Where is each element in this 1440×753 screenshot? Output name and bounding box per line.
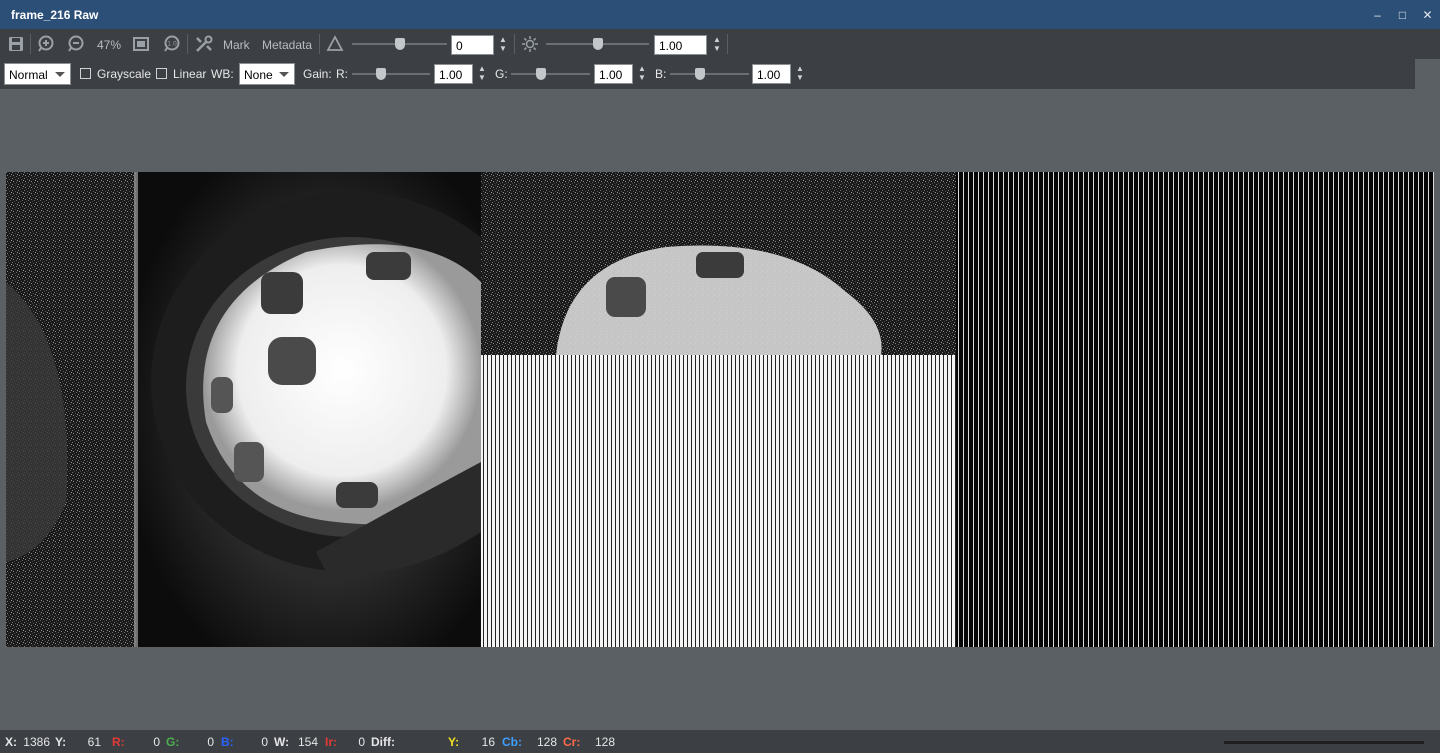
zoom-level: 47% <box>97 38 122 52</box>
brightness-input[interactable]: 1.00 <box>654 35 707 55</box>
gain-g-slider[interactable] <box>511 68 590 80</box>
zoom-in-icon[interactable] <box>36 34 56 54</box>
white-balance-select[interactable]: None <box>239 63 295 85</box>
toolbar-divider <box>727 34 728 54</box>
status-ir-value: 0 <box>358 735 365 749</box>
gain-g-spinner[interactable]: ▲ ▼ <box>637 64 647 84</box>
status-r-label: R: <box>112 735 125 749</box>
actual-size-icon[interactable]: 1.0 <box>162 34 182 54</box>
status-y-value: 61 <box>87 735 101 749</box>
toolbar-divider <box>187 34 188 54</box>
fit-icon[interactable] <box>131 34 151 54</box>
status-w-value: 154 <box>297 735 318 749</box>
save-icon[interactable] <box>6 34 26 54</box>
gain-b-label: B: <box>655 67 667 81</box>
minimize-button[interactable]: – <box>1365 0 1390 29</box>
close-button[interactable]: ✕ <box>1415 0 1440 29</box>
status-cb-label: Cb: <box>502 735 522 749</box>
contrast-icon <box>325 34 345 54</box>
status-cr-value: 128 <box>594 735 615 749</box>
status-x-value: 1386 <box>23 735 50 749</box>
status-luma-value: 16 <box>481 735 495 749</box>
linear-checkbox[interactable] <box>156 68 167 79</box>
grayscale-checkbox[interactable] <box>80 68 91 79</box>
gain-r-slider-thumb[interactable] <box>376 68 386 80</box>
maximize-button[interactable]: □ <box>1390 0 1415 29</box>
display-mode-value: Normal <box>9 68 48 82</box>
raw-frame-image[interactable] <box>6 172 1434 647</box>
gain-b-slider-thumb[interactable] <box>695 68 705 80</box>
gain-g-slider-thumb[interactable] <box>536 68 546 80</box>
gain-g-label: G: <box>495 67 508 81</box>
progress-bar <box>1224 741 1424 744</box>
metadata-button[interactable]: Metadata <box>262 38 312 52</box>
status-g-label: G: <box>166 735 180 749</box>
mark-button[interactable]: Mark <box>223 38 250 52</box>
brightness-slider[interactable] <box>546 38 649 50</box>
title-bar: frame_216 Raw – □ ✕ <box>0 0 1440 29</box>
gain-r-spinner[interactable]: ▲ ▼ <box>477 64 487 84</box>
toolbar-divider <box>30 34 31 54</box>
status-bar: X: 1386 Y: 61 R: 0 G: 0 B: 0 W: 154 Ir: … <box>0 730 1440 753</box>
brightness-spinner[interactable]: ▲ ▼ <box>712 35 722 55</box>
toolbar-divider <box>319 34 320 54</box>
status-b-label: B: <box>221 735 234 749</box>
display-mode-select[interactable]: Normal <box>4 63 71 85</box>
status-x-label: X: <box>5 735 17 749</box>
status-luma-label: Y: <box>448 735 460 749</box>
status-g-value: 0 <box>207 735 214 749</box>
gain-label: Gain: <box>303 67 332 81</box>
gain-g-input[interactable]: 1.00 <box>594 64 633 84</box>
contrast-spinner[interactable]: ▲ ▼ <box>498 35 508 55</box>
gain-b-slider[interactable] <box>670 68 749 80</box>
status-diff-label: Diff: <box>371 735 395 749</box>
wb-label: WB: <box>211 67 234 81</box>
status-ir-label: Ir: <box>325 735 337 749</box>
brightness-icon <box>520 34 540 54</box>
contrast-slider-thumb[interactable] <box>394 38 405 50</box>
window-title: frame_216 Raw <box>11 7 99 22</box>
toolbar-divider <box>514 34 515 54</box>
status-r-value: 0 <box>153 735 160 749</box>
toolbar-main: 47% 1.0 Mark Metadata 0 ▲ ▼ 1.00 ▲ ▼ <box>0 29 1440 59</box>
chevron-down-icon <box>279 72 289 77</box>
status-cr-label: Cr: <box>563 735 581 749</box>
contrast-input[interactable]: 0 <box>451 35 494 55</box>
raw-frame-canvas <box>6 172 1434 647</box>
white-balance-value: None <box>244 68 273 82</box>
gain-b-input[interactable]: 1.00 <box>752 64 791 84</box>
gain-b-spinner[interactable]: ▲ ▼ <box>795 64 805 84</box>
gain-r-slider[interactable] <box>352 68 430 80</box>
status-w-label: W: <box>274 735 290 749</box>
gain-r-input[interactable]: 1.00 <box>434 64 473 84</box>
status-b-value: 0 <box>261 735 268 749</box>
grayscale-label: Grayscale <box>97 67 152 81</box>
zoom-out-icon[interactable] <box>66 34 86 54</box>
brightness-slider-thumb[interactable] <box>592 38 603 50</box>
tools-icon[interactable] <box>194 34 214 54</box>
gain-r-label: R: <box>336 67 348 81</box>
toolbar-secondary: Normal Grayscale Linear WB: None Gain: R… <box>0 59 1415 89</box>
svg-text:1.0: 1.0 <box>167 41 177 48</box>
chevron-down-icon <box>55 72 65 77</box>
contrast-slider[interactable] <box>352 38 447 50</box>
status-y-label: Y: <box>55 735 67 749</box>
status-cb-value: 128 <box>536 735 557 749</box>
linear-label: Linear <box>173 67 207 81</box>
